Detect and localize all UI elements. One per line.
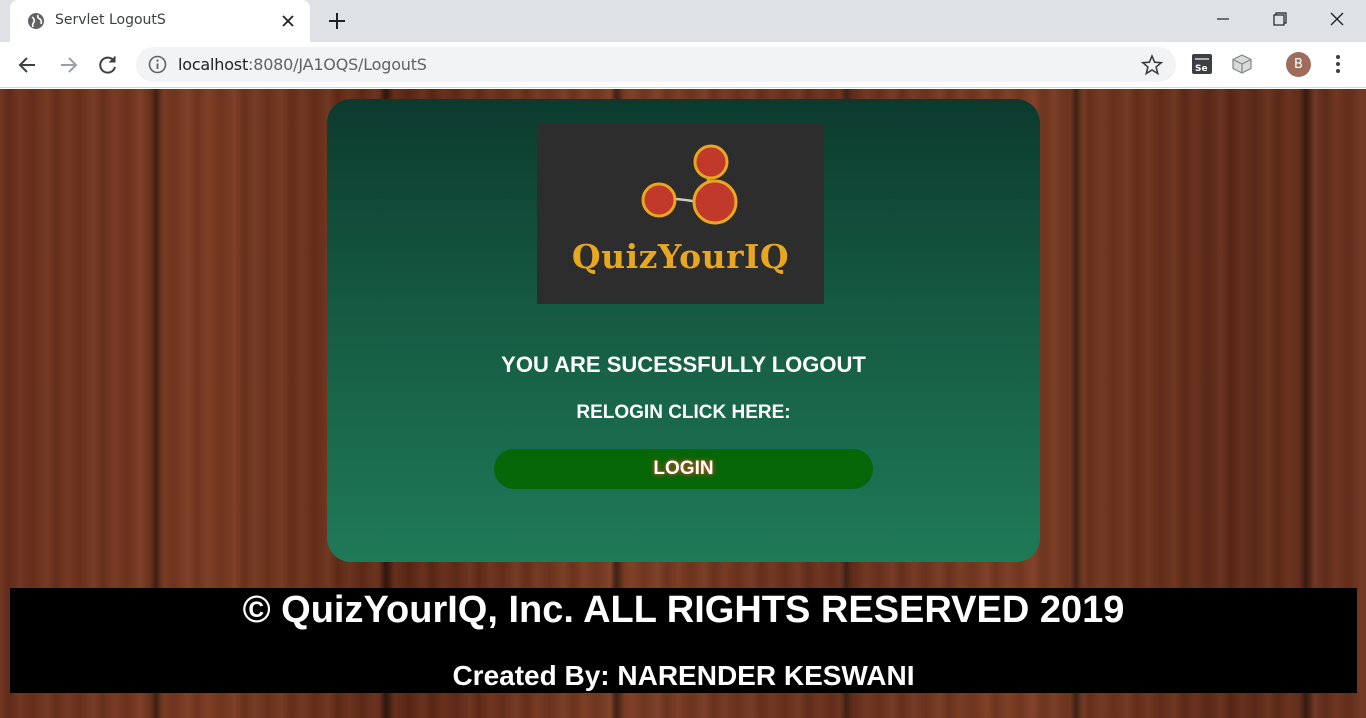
footer-credit: Created By: NARENDER KESWANI xyxy=(452,660,915,691)
close-icon[interactable] xyxy=(278,11,298,31)
address-bar[interactable]: localhost:8080/JA1OQS/LogoutS xyxy=(136,47,1176,82)
logo-text: QuizYourIQ xyxy=(571,237,790,276)
logout-heading: YOU ARE SUCESSFULLY LOGOUT xyxy=(501,352,866,377)
url-text[interactable]: localhost:8080/JA1OQS/LogoutS xyxy=(178,55,427,74)
login-button[interactable]: LOGIN xyxy=(494,449,873,489)
tab-title: Servlet LogoutS xyxy=(55,12,166,28)
relogin-text: RELOGIN CLICK HERE: xyxy=(576,402,791,423)
minimize-icon[interactable] xyxy=(1210,8,1236,32)
cube-extension-icon[interactable] xyxy=(1231,53,1253,75)
back-icon[interactable] xyxy=(15,52,41,78)
url-host: localhost xyxy=(178,55,249,74)
close-window-icon[interactable] xyxy=(1324,8,1350,32)
tab-servlet-logout[interactable]: Servlet LogoutS xyxy=(10,0,310,42)
info-icon[interactable] xyxy=(148,55,167,74)
plus-icon[interactable] xyxy=(326,10,348,32)
browser-toolbar: localhost:8080/JA1OQS/LogoutS Se xyxy=(0,42,1366,88)
quizyouriq-logo: QuizYourIQ xyxy=(537,124,824,304)
reload-icon[interactable] xyxy=(95,52,121,78)
forward-icon[interactable] xyxy=(55,52,81,78)
globe-icon xyxy=(28,13,44,29)
menu-icon[interactable] xyxy=(1328,52,1348,76)
footer: © QuizYourIQ, Inc. ALL RIGHTS RESERVED 2… xyxy=(10,588,1357,693)
logout-card: QuizYourIQ YOU ARE SUCESSFULLY LOGOUT RE… xyxy=(327,99,1040,562)
tab-strip: Servlet LogoutS xyxy=(0,0,1366,42)
molecule-logo-icon xyxy=(641,144,738,225)
star-icon[interactable] xyxy=(1141,54,1163,76)
profile-avatar[interactable]: B xyxy=(1286,52,1311,77)
restore-icon[interactable] xyxy=(1266,8,1292,32)
url-path: :8080/JA1OQS/LogoutS xyxy=(248,55,427,74)
footer-copyright: © QuizYourIQ, Inc. ALL RIGHTS RESERVED 2… xyxy=(242,589,1125,631)
page-content: QuizYourIQ YOU ARE SUCESSFULLY LOGOUT RE… xyxy=(0,89,1366,718)
svg-text:Se: Se xyxy=(1195,64,1208,74)
selenium-extension-icon[interactable]: Se xyxy=(1191,53,1213,75)
